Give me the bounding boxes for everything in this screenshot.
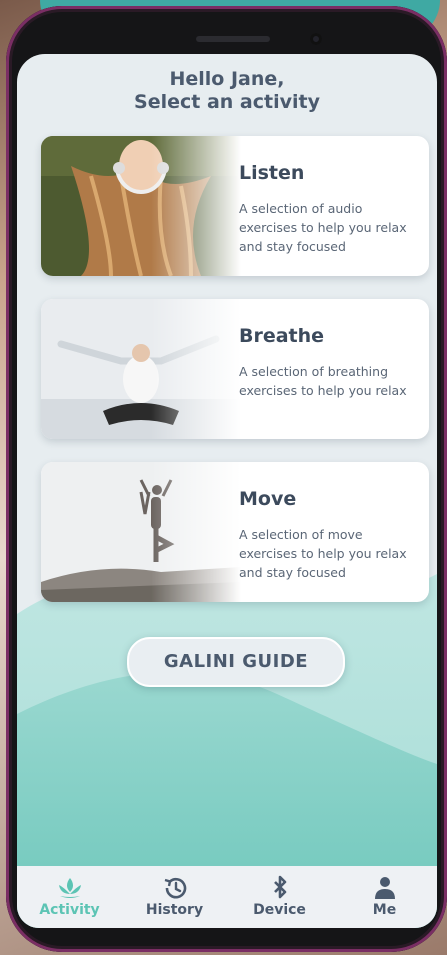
activity-title: Listen (239, 162, 305, 184)
tab-me[interactable]: Me (332, 866, 437, 928)
photo-fade (151, 462, 251, 602)
lotus-icon (58, 878, 81, 898)
greeting-line: Hello Jane, (169, 68, 285, 90)
activity-title: Breathe (239, 325, 325, 347)
tab-history[interactable]: History (122, 866, 227, 928)
phone-frame: Hello Jane, Select an activity Listen A … (6, 6, 447, 952)
activity-card-listen[interactable]: Listen A selection of audio exercises to… (41, 136, 429, 276)
tab-label: Me (372, 902, 397, 918)
activity-card-breathe[interactable]: Breathe A selection of breathing exercis… (41, 299, 429, 439)
tab-label: History (145, 902, 204, 918)
person-icon (374, 877, 395, 899)
tab-label: Activity (39, 902, 100, 918)
activity-description: A selection of breathing exercises to he… (239, 364, 407, 398)
greeting-header: Hello Jane, Select an activity (17, 68, 437, 114)
galini-guide-button[interactable]: GALINI GUIDE (127, 637, 345, 687)
photo-fade (151, 136, 251, 276)
activity-description: A selection of move exercises to help yo… (239, 527, 407, 580)
photo-fade (151, 299, 251, 439)
speaker-grille (196, 36, 270, 42)
app-screen: Hello Jane, Select an activity Listen A … (17, 54, 437, 928)
tab-activity[interactable]: Activity (17, 866, 122, 928)
activity-title: Move (239, 488, 297, 510)
history-icon (164, 877, 186, 899)
page-title: Select an activity (134, 91, 320, 113)
bottom-tab-bar: Activity History Device Me (17, 866, 437, 928)
activity-card-move[interactable]: Move A selection of move exercises to he… (41, 462, 429, 602)
tab-device[interactable]: Device (227, 866, 332, 928)
activity-description: A selection of audio exercises to help y… (239, 201, 407, 254)
tab-label: Device (253, 902, 306, 918)
camera-icon (310, 33, 322, 45)
bluetooth-icon (273, 875, 286, 899)
